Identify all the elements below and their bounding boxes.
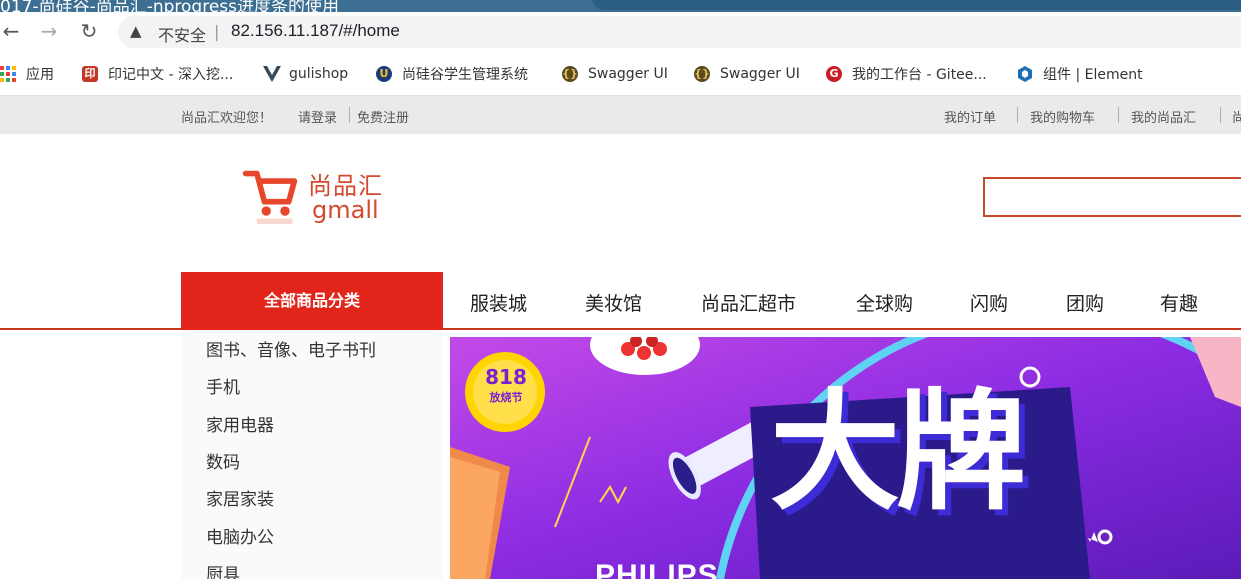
main-nav: 全部商品分类 服装城 美妆馆 尚品汇超市 全球购 闪购 团购 有趣: [0, 272, 1241, 330]
swagger-icon: {}: [562, 66, 578, 82]
element-icon: [1017, 66, 1033, 82]
back-icon[interactable]: ←: [0, 20, 22, 42]
site-logo[interactable]: 尚品汇 gmall: [242, 166, 392, 236]
active-tab-bg[interactable]: [592, 0, 1241, 10]
more-link[interactable]: 尚: [1232, 107, 1241, 126]
my-cart-link[interactable]: 我的购物车: [1030, 107, 1095, 126]
bookmark-label: Swagger UI: [720, 66, 800, 82]
divider: [349, 107, 350, 123]
omnibox[interactable]: ▲ 不安全 | 82.156.11.187/#/home: [118, 16, 1241, 48]
bookmark-swagger-2[interactable]: {} Swagger UI: [694, 64, 800, 84]
address-bar: ← → ↻ ▲ 不安全 | 82.156.11.187/#/home: [0, 12, 1241, 52]
bookmark-label: gulishop: [289, 66, 349, 82]
cart-logo-icon: [242, 170, 298, 225]
nav-link-flash[interactable]: 闪购: [970, 289, 1008, 316]
welcome-text: 尚品汇欢迎您！: [181, 111, 273, 126]
bookmark-element[interactable]: 组件 | Element: [1017, 64, 1143, 84]
search-input[interactable]: [983, 177, 1241, 217]
gitee-icon: G: [826, 66, 842, 82]
banner-brand: PHILIPS: [595, 559, 719, 579]
bookmark-label: 印记中文 - 深入挖...: [108, 67, 234, 83]
bookmark-label: 组件 | Element: [1043, 67, 1143, 83]
bookmark-gitee[interactable]: G 我的工作台 - Gitee...: [826, 64, 987, 84]
category-item[interactable]: 厨具: [206, 560, 240, 579]
nav-link-supermarket[interactable]: 尚品汇超市: [701, 289, 796, 316]
bookmarks-bar: 应用 印 印记中文 - 深入挖... gulishop U 尚硅谷学生管理系统 …: [0, 52, 1241, 96]
u-icon: U: [376, 66, 392, 82]
category-item[interactable]: 电脑办公: [206, 523, 274, 548]
category-list: 图书、音像、电子书刊 手机 家用电器 数码 家居家装 电脑办公 厨具: [181, 330, 443, 579]
login-link[interactable]: 请登录: [298, 107, 337, 126]
url-text[interactable]: 82.156.11.187/#/home: [231, 21, 400, 41]
bookmark-label: 我的工作台 - Gitee...: [852, 67, 987, 83]
badge-text: 放烧节: [489, 391, 523, 404]
bookmark-swagger-1[interactable]: {} Swagger UI: [562, 64, 668, 84]
nav-link-fun[interactable]: 有趣: [1160, 289, 1198, 316]
window-title-bar: 017-尚硅谷-尚品汇-nprogress进度条的使用: [0, 0, 1241, 12]
nav-link-group[interactable]: 团购: [1066, 289, 1104, 316]
promo-banner[interactable]: 818 放烧节 大牌 PHILIPS: [450, 337, 1241, 579]
warning-icon[interactable]: ▲: [130, 22, 142, 40]
shop-top-bar: 尚品汇欢迎您！ 请登录 免费注册 我的订单 我的购物车 我的尚品汇 尚: [0, 96, 1241, 134]
my-orders-link[interactable]: 我的订单: [944, 107, 996, 126]
yinji-icon: 印: [82, 66, 98, 82]
swagger-icon: {}: [694, 66, 710, 82]
logo-text-en: gmall: [312, 196, 379, 224]
all-categories-button[interactable]: 全部商品分类: [181, 272, 443, 330]
forward-icon[interactable]: →: [38, 20, 60, 42]
register-link[interactable]: 免费注册: [357, 107, 409, 126]
security-label[interactable]: 不安全: [158, 22, 206, 46]
vue-icon: [263, 66, 281, 82]
reload-icon[interactable]: ↻: [78, 20, 100, 42]
omnibox-separator: |: [214, 22, 220, 41]
badge-number: 818: [485, 365, 527, 389]
my-account-link[interactable]: 我的尚品汇: [1131, 107, 1196, 126]
banner-headline: 大牌: [770, 376, 1026, 528]
category-item[interactable]: 图书、音像、电子书刊: [206, 336, 376, 361]
nav-link-global[interactable]: 全球购: [856, 289, 913, 316]
window-title: 017-尚硅谷-尚品汇-nprogress进度条的使用: [0, 0, 340, 12]
bookmark-gulishop[interactable]: gulishop: [263, 64, 348, 84]
banner-badge: 818 放烧节: [480, 365, 532, 405]
nav-link-clothing[interactable]: 服装城: [470, 289, 527, 316]
apps-grid-icon: [0, 66, 16, 82]
category-item[interactable]: 数码: [206, 448, 240, 473]
bookmark-label: Swagger UI: [588, 66, 668, 82]
bookmark-yinji[interactable]: 印 印记中文 - 深入挖...: [82, 64, 233, 84]
divider: [1017, 107, 1018, 123]
bookmark-label: 应用: [26, 67, 54, 83]
bookmark-label: 尚硅谷学生管理系统: [402, 67, 528, 83]
bookmark-apps[interactable]: 应用: [0, 64, 54, 84]
category-item[interactable]: 家用电器: [206, 411, 274, 436]
divider: [1118, 107, 1119, 123]
bookmark-student-system[interactable]: U 尚硅谷学生管理系统: [376, 64, 528, 84]
divider: [1220, 107, 1221, 123]
category-item[interactable]: 手机: [206, 373, 240, 398]
category-item[interactable]: 家居家装: [206, 485, 274, 510]
nav-link-beauty[interactable]: 美妆馆: [585, 289, 642, 316]
